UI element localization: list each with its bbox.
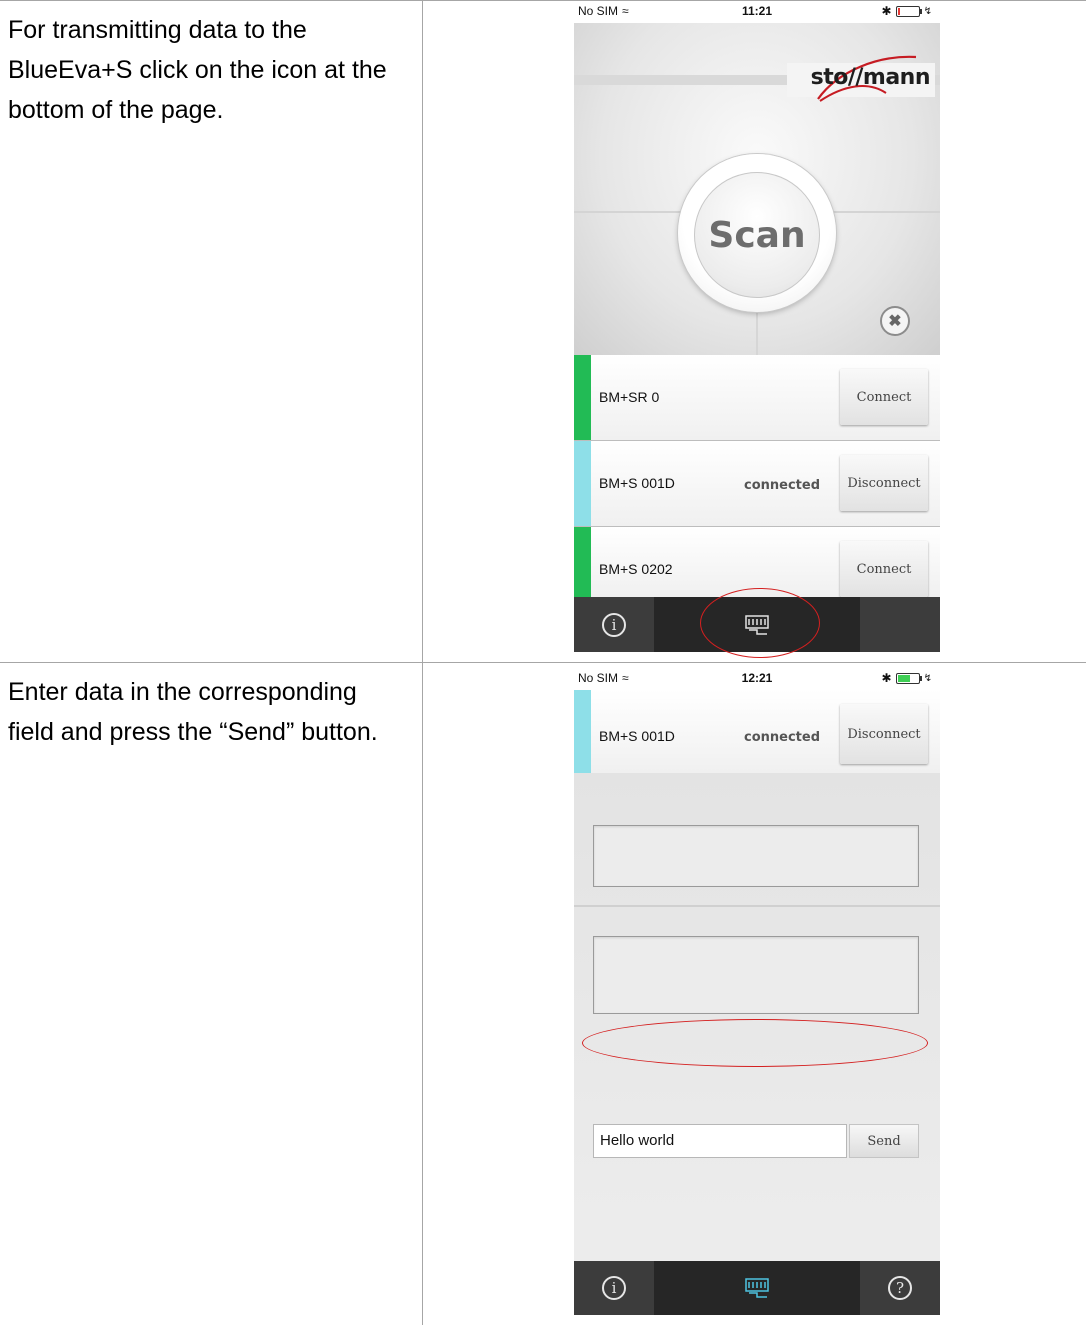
phone-screen-scan: No SIM ≈ 11:21 ✱ ↯ sto//mann Scan ✖ BM+SR… (574, 1, 940, 652)
device-name: BM+S 001D (599, 728, 675, 744)
bluetooth-icon: ✱ (881, 671, 892, 685)
scan-button[interactable]: Scan (694, 172, 820, 298)
device-status-strip (574, 690, 591, 773)
device-name: BM+S 0202 (599, 561, 673, 577)
disconnect-button[interactable]: Disconnect (840, 704, 928, 764)
send-input[interactable]: Hello world (593, 1124, 847, 1158)
table-column-divider (422, 0, 423, 1325)
close-icon[interactable]: ✖ (880, 306, 910, 336)
tab-terminal[interactable] (654, 597, 860, 652)
tab-info[interactable]: i (574, 1261, 654, 1315)
brand-logo: sto//mann (810, 65, 931, 90)
help-icon: ? (888, 1276, 912, 1300)
instruction-step-1: For transmitting data to the BlueEva+S c… (8, 16, 387, 124)
table-row-divider (0, 662, 1086, 663)
device-row[interactable]: BM+S 0202 Connect (574, 527, 940, 598)
terminal-icon (745, 615, 769, 635)
device-status-strip (574, 527, 591, 597)
info-icon: i (602, 613, 626, 637)
bluetooth-icon: ✱ (881, 4, 892, 18)
device-row[interactable]: BM+SR 0 Connect (574, 355, 940, 441)
device-status: connected (744, 478, 821, 493)
connect-button[interactable]: Connect (840, 541, 928, 597)
device-row[interactable]: BM+S 001D connected Disconnect (574, 441, 940, 527)
device-row[interactable]: BM+S 001D connected Disconnect (574, 690, 940, 774)
info-icon: i (602, 1276, 626, 1300)
terminal-panel: Hello world Send (574, 773, 940, 1229)
device-status-strip (574, 355, 591, 440)
device-status: connected (744, 730, 821, 745)
sent-data-field (593, 936, 919, 1014)
connect-button[interactable]: Connect (840, 369, 928, 425)
send-button[interactable]: Send (849, 1124, 919, 1158)
tab-help[interactable]: ? (860, 1261, 940, 1315)
received-data-field (593, 825, 919, 887)
battery-icon (895, 5, 922, 17)
tab-bar: i ? (574, 1261, 940, 1315)
phone-screen-terminal: No SIM ≈ 12:21 ✱ ↯ BM+S 001D connected Di… (574, 668, 940, 1315)
instruction-step-2: Enter data in the corresponding field an… (8, 678, 378, 746)
tab-info[interactable]: i (574, 597, 654, 652)
battery-icon (895, 672, 922, 684)
tab-bar: i (574, 597, 940, 652)
tab-terminal[interactable] (654, 1261, 860, 1315)
charging-icon: ↯ (923, 5, 932, 17)
status-bar: No SIM ≈ 12:21 ✱ ↯ (574, 668, 940, 690)
terminal-icon (745, 1278, 769, 1298)
charging-icon: ↯ (923, 672, 932, 684)
scan-header: sto//mann Scan ✖ (574, 23, 940, 355)
disconnect-button[interactable]: Disconnect (840, 455, 928, 511)
status-bar: No SIM ≈ 11:21 ✱ ↯ (574, 1, 940, 23)
device-status-strip (574, 441, 591, 526)
device-name: BM+S 001D (599, 475, 675, 491)
device-name: BM+SR 0 (599, 389, 660, 405)
